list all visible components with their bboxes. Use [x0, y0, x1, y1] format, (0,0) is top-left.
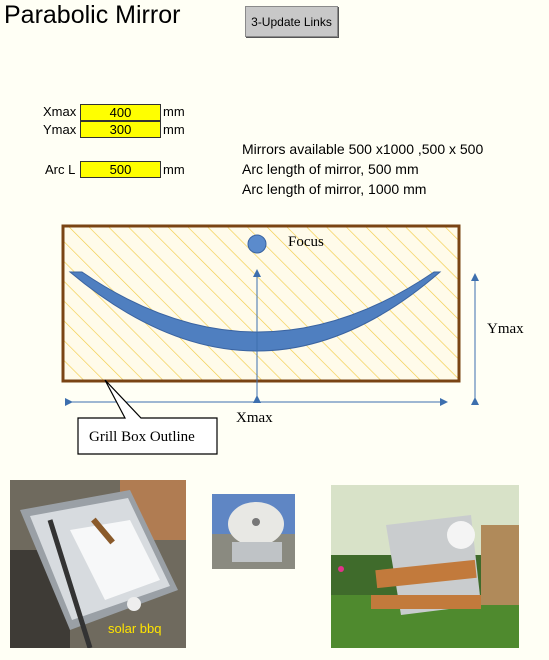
mirror-closeup-photo	[212, 494, 295, 569]
xmax-dimension-label: Xmax	[236, 410, 273, 426]
solar-bbq-photo: solar bbq	[10, 480, 186, 648]
callout-label: Grill Box Outline	[89, 429, 195, 445]
focus-point	[247, 234, 267, 254]
solar-cooker-photo	[331, 485, 519, 648]
photo-caption: solar bbq	[108, 621, 162, 636]
parabola-diagram: Focus Ymax Xmax Grill Box Outline	[61, 224, 524, 455]
focus-label: Focus	[288, 234, 324, 250]
ymax-dimension-label: Ymax	[487, 321, 524, 337]
